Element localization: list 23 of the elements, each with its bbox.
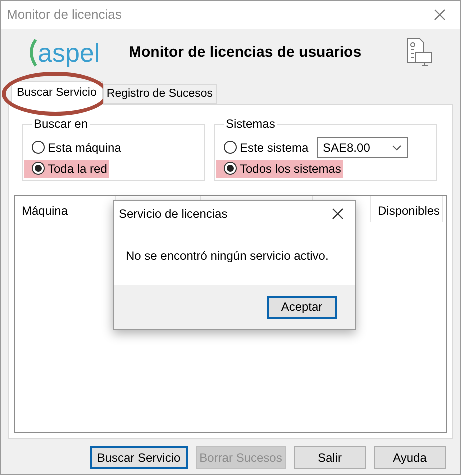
radio-option[interactable]: Este sistema	[216, 138, 311, 156]
close-icon[interactable]	[332, 208, 344, 220]
action-button[interactable]: Ayuda	[374, 446, 446, 469]
dialog-message: No se encontró ningún servicio activo.	[126, 248, 329, 265]
group-title: Sistemas	[224, 117, 278, 131]
window-title: Monitor de licencias	[7, 6, 122, 24]
radio-option[interactable]: Toda la red	[24, 160, 110, 178]
radio-option[interactable]: Esta máquina	[24, 138, 124, 156]
column-header[interactable]: Disponibles	[371, 196, 443, 222]
server-monitor-icon	[406, 37, 434, 69]
radio-option[interactable]: Todos los sistemas	[216, 160, 344, 178]
action-button[interactable]: Buscar Servicio	[90, 446, 188, 469]
logo-arc-icon	[27, 38, 37, 68]
header-title: Monitor de licencias de usuarios	[129, 42, 362, 63]
accept-button[interactable]: Aceptar	[267, 296, 337, 318]
chevron-down-icon	[392, 144, 402, 150]
system-dropdown[interactable]: SAE8.00	[317, 137, 408, 158]
group-title: Buscar en	[32, 117, 90, 131]
tab[interactable]: Buscar Servicio	[11, 81, 103, 105]
tab[interactable]: Registro de Sucesos	[102, 84, 218, 104]
dialog-title: Servicio de licencias	[119, 206, 228, 223]
action-button[interactable]: Salir	[294, 446, 366, 469]
logo-text: aspel	[38, 37, 100, 69]
